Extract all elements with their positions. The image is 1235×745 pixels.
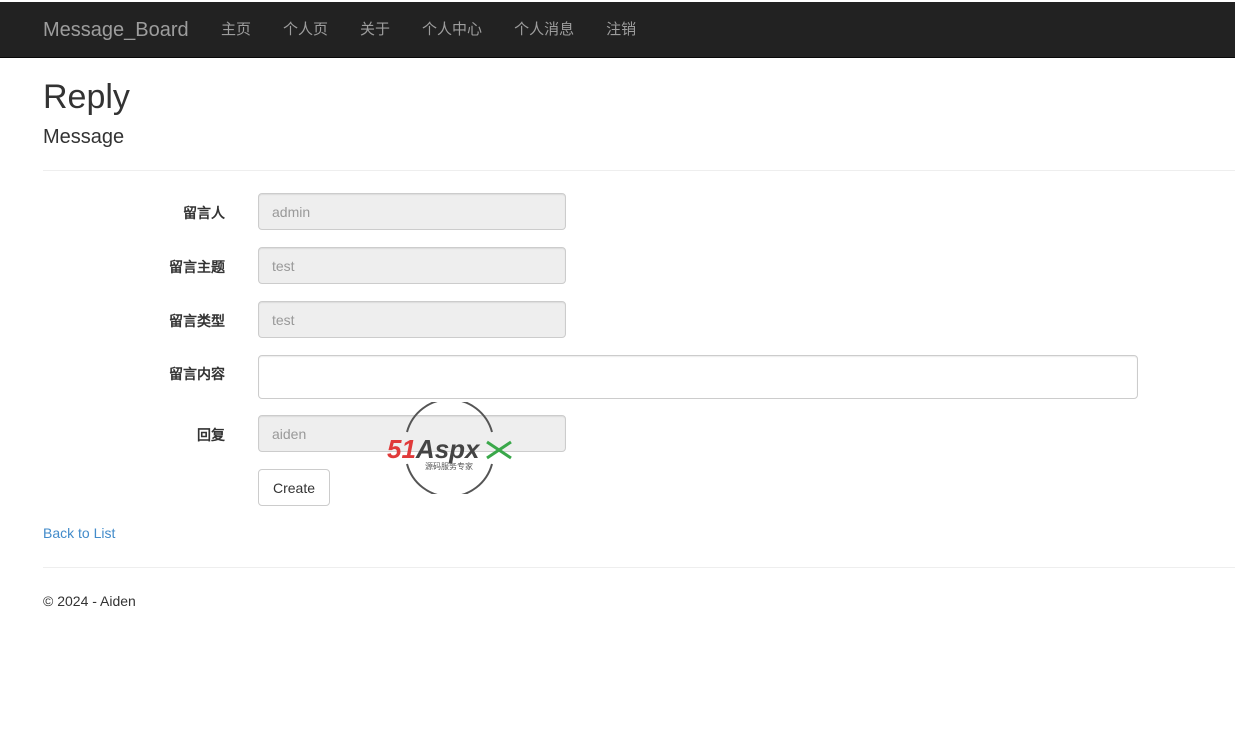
watermark-tagline: 源码服务专家 <box>425 461 473 471</box>
footer-divider <box>43 567 1235 568</box>
author-label: 留言人 <box>183 205 225 221</box>
create-button[interactable]: Create <box>258 469 330 506</box>
divider <box>43 170 1235 171</box>
reply-label: 回复 <box>197 427 225 443</box>
watermark-brand-red: 51 <box>387 434 416 464</box>
top-navbar: Message_Board 主页 个人页 关于 个人中心 个人消息 注销 <box>0 2 1235 58</box>
nav-item-about[interactable]: 关于 <box>344 2 406 58</box>
watermark-logo-icon: 51Aspx 源码服务专家 <box>387 402 512 494</box>
watermark-brand-dark: Aspx <box>415 434 481 464</box>
content-label: 留言内容 <box>169 366 225 382</box>
author-input[interactable] <box>258 193 566 230</box>
back-to-list-link[interactable]: Back to List <box>43 525 115 541</box>
navbar-brand[interactable]: Message_Board <box>43 19 189 42</box>
subject-label: 留言主题 <box>169 259 225 275</box>
nav-item-messages[interactable]: 个人消息 <box>498 2 590 58</box>
page-title: Reply <box>43 78 130 116</box>
subject-input[interactable] <box>258 247 566 284</box>
navbar-menu: 主页 个人页 关于 个人中心 个人消息 注销 <box>205 2 652 58</box>
nav-item-logout[interactable]: 注销 <box>590 2 652 58</box>
svg-text:51Aspx: 51Aspx <box>387 434 481 464</box>
type-label: 留言类型 <box>169 313 225 329</box>
footer-copyright: © 2024 - Aiden <box>43 593 136 609</box>
nav-item-home[interactable]: 主页 <box>205 2 267 58</box>
nav-item-personal-page[interactable]: 个人页 <box>267 2 344 58</box>
nav-item-personal-center[interactable]: 个人中心 <box>406 2 498 58</box>
page-subtitle: Message <box>43 126 125 148</box>
type-input[interactable] <box>258 301 566 338</box>
content-input[interactable] <box>258 355 1138 399</box>
